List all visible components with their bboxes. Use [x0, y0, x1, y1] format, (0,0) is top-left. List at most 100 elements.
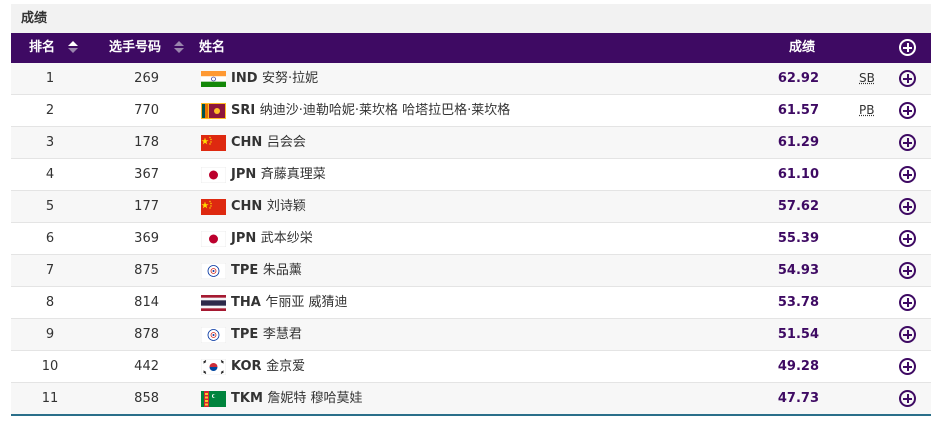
athlete-name-text: 詹妮特 穆哈莫娃: [267, 391, 363, 406]
table-row[interactable]: 4 367 JPN 斉藤真理菜 61.10: [11, 159, 931, 191]
table-row[interactable]: 5 177 CHN 刘诗颖 57.62: [11, 191, 931, 223]
country-code: IND: [231, 71, 258, 86]
athlete-name-text: 纳迪沙·迪勒哈妮·莱坎格 哈塔拉巴格·莱坎格: [259, 103, 511, 118]
rank-cell: 4: [45, 167, 55, 182]
bib-cell: 878: [134, 327, 159, 342]
sort-arrows-icon[interactable]: [173, 40, 184, 53]
flag-chn-icon: [201, 199, 226, 215]
table-row[interactable]: 6 369 JPN 武本纱栄 55.39: [11, 223, 931, 255]
sort-arrows-icon[interactable]: [67, 40, 78, 53]
rank-cell: 3: [45, 135, 55, 150]
athlete-name-text: 武本纱栄: [260, 231, 313, 246]
bib-cell: 367: [134, 167, 159, 182]
country-code: TKM: [231, 391, 263, 406]
result-cell: 57.62: [777, 199, 819, 214]
athlete-name[interactable]: TKM 詹妮特 穆哈莫娃: [231, 383, 363, 414]
expand-all-plus-icon[interactable]: [899, 39, 916, 56]
flag-chn-icon: [201, 135, 226, 151]
athlete-name-text: 李慧君: [262, 327, 302, 342]
expand-row-plus-icon[interactable]: [899, 134, 916, 151]
athlete-name[interactable]: IND 安努·拉妮: [231, 63, 318, 94]
result-cell: 53.78: [777, 295, 819, 310]
expand-row-plus-icon[interactable]: [899, 294, 916, 311]
rank-cell: 7: [45, 263, 55, 278]
table-row[interactable]: 11 858 TKM 詹妮特 穆哈莫娃 47.73: [11, 383, 931, 416]
bib-header[interactable]: 选手号码: [109, 33, 184, 63]
country-code: TPE: [231, 263, 259, 278]
expand-row-plus-icon[interactable]: [899, 230, 916, 247]
table-row[interactable]: 1 269 IND 安努·拉妮 62.92 SB: [11, 63, 931, 95]
country-code: TPE: [231, 327, 259, 342]
bib-cell: 442: [134, 359, 159, 374]
rank-cell: 10: [41, 359, 59, 374]
record-badge: [859, 383, 879, 414]
expand-row-plus-icon[interactable]: [899, 102, 916, 119]
rank-cell: 1: [45, 71, 55, 86]
flag-jpn-icon: [201, 167, 226, 183]
flag-tpe-icon: [201, 327, 226, 343]
country-code: KOR: [231, 359, 262, 374]
athlete-name[interactable]: SRI 纳迪沙·迪勒哈妮·莱坎格 哈塔拉巴格·莱坎格: [231, 95, 510, 126]
results-panel: 成绩 排名 选手号码 姓名 成绩 1 269 IND 安努·拉妮 62.92 SB 2 77…: [0, 0, 941, 421]
expand-row-plus-icon[interactable]: [899, 70, 916, 87]
result-cell: 49.28: [777, 359, 819, 374]
bib-cell: 814: [134, 295, 159, 310]
country-code: THA: [231, 295, 261, 310]
result-cell: 51.54: [777, 327, 819, 342]
bib-cell: 770: [134, 103, 159, 118]
athlete-name-text: 斉藤真理菜: [260, 167, 326, 182]
athlete-name-text: 吕会会: [266, 135, 306, 150]
expand-row-plus-icon[interactable]: [899, 166, 916, 183]
name-header: 姓名: [199, 40, 226, 55]
rank-cell: 11: [41, 391, 59, 406]
flag-tkm-icon: [201, 391, 226, 407]
table-row[interactable]: 10 442 KOR 金京爱 49.28: [11, 351, 931, 383]
bib-cell: 177: [134, 199, 159, 214]
country-code: JPN: [231, 231, 257, 246]
table-body: 1 269 IND 安努·拉妮 62.92 SB 2 770 SRI 纳迪沙·迪勒哈妮·莱坎格…: [11, 63, 931, 416]
athlete-name[interactable]: KOR 金京爱: [231, 351, 305, 382]
rank-header[interactable]: 排名: [29, 33, 78, 63]
athlete-name[interactable]: JPN 斉藤真理菜: [231, 159, 326, 190]
athlete-name[interactable]: TPE 李慧君: [231, 319, 302, 350]
expand-row-plus-icon[interactable]: [899, 390, 916, 407]
result-cell: 62.92: [777, 71, 819, 86]
table-row[interactable]: 7 875 TPE 朱品薰 54.93: [11, 255, 931, 287]
table-row[interactable]: 2 770 SRI 纳迪沙·迪勒哈妮·莱坎格 哈塔拉巴格·莱坎格 61.57 PB: [11, 95, 931, 127]
panel-title: 成绩: [11, 4, 931, 33]
result-cell: 61.57: [777, 103, 819, 118]
bib-cell: 875: [134, 263, 159, 278]
athlete-name[interactable]: CHN 刘诗颖: [231, 191, 306, 222]
rank-cell: 6: [45, 231, 55, 246]
table-row[interactable]: 3 178 CHN 吕会会 61.29: [11, 127, 931, 159]
flag-tpe-icon: [201, 263, 226, 279]
bib-header-label: 选手号码: [109, 40, 162, 55]
record-badge: [859, 351, 879, 382]
athlete-name[interactable]: JPN 武本纱栄: [231, 223, 313, 254]
record-badge: [859, 159, 879, 190]
expand-row-plus-icon[interactable]: [899, 262, 916, 279]
record-badge: SB: [859, 71, 875, 85]
flag-kor-icon: [201, 359, 226, 375]
expand-row-plus-icon[interactable]: [899, 198, 916, 215]
expand-row-plus-icon[interactable]: [899, 358, 916, 375]
record-badge: PB: [859, 103, 875, 117]
athlete-name[interactable]: THA 乍丽亚 威猜迪: [231, 287, 347, 318]
table-row[interactable]: 8 814 THA 乍丽亚 威猜迪 53.78: [11, 287, 931, 319]
athlete-name-text: 刘诗颖: [266, 199, 306, 214]
record-badge: [859, 223, 879, 254]
result-cell: 61.29: [777, 135, 819, 150]
record-badge: [859, 255, 879, 286]
athlete-name[interactable]: TPE 朱品薰: [231, 255, 302, 286]
rank-cell: 8: [45, 295, 55, 310]
athlete-name[interactable]: CHN 吕会会: [231, 127, 306, 158]
flag-jpn-icon: [201, 231, 226, 247]
bib-cell: 369: [134, 231, 159, 246]
table-row[interactable]: 9 878 TPE 李慧君 51.54: [11, 319, 931, 351]
country-code: SRI: [231, 103, 256, 118]
flag-ind-icon: [201, 71, 226, 87]
record-badge: [859, 287, 879, 318]
rank-cell: 5: [45, 199, 55, 214]
expand-row-plus-icon[interactable]: [899, 326, 916, 343]
country-code: CHN: [231, 135, 263, 150]
